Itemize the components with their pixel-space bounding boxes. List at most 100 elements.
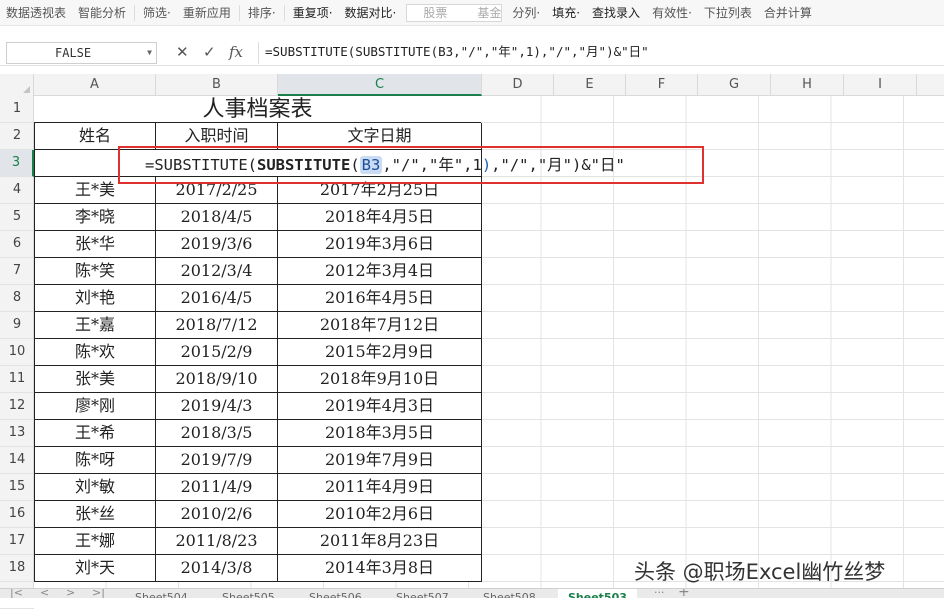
first-sheet-icon[interactable]: |< — [10, 589, 23, 598]
row-header[interactable]: 2 — [0, 123, 34, 150]
lookup-entry-button[interactable]: 查找录入 — [586, 4, 646, 21]
record-text-date[interactable]: 2012年3月4日 — [278, 258, 482, 285]
record-hire-date[interactable]: 2018/3/5 — [156, 420, 278, 447]
row-header[interactable]: 17 — [0, 528, 34, 555]
record-hire-date[interactable]: 2015/2/9 — [156, 339, 278, 366]
record-text-date[interactable]: 2018年4月5日 — [278, 204, 482, 231]
sheet-tab[interactable]: Sheet507 — [386, 589, 459, 598]
more-sheets-icon[interactable]: ··· — [654, 589, 665, 598]
record-text-date[interactable]: 2016年4月5日 — [278, 285, 482, 312]
row-header[interactable]: 16 — [0, 501, 34, 528]
record-hire-date[interactable]: 2016/4/5 — [156, 285, 278, 312]
validation-button[interactable]: 有效性· — [646, 4, 698, 21]
record-name[interactable]: 刘*敏 — [34, 474, 156, 501]
record-text-date[interactable]: 2011年8月23日 — [278, 528, 482, 555]
record-hire-date[interactable]: 2018/4/5 — [156, 204, 278, 231]
row-header[interactable]: 11 — [0, 366, 34, 393]
record-name[interactable]: 刘*艳 — [34, 285, 156, 312]
split-column-button[interactable]: 分列· — [506, 4, 546, 21]
function-icon[interactable]: fx — [229, 43, 243, 61]
record-text-date[interactable]: 2019年7月9日 — [278, 447, 482, 474]
row-header[interactable]: 8 — [0, 285, 34, 312]
cancel-icon[interactable]: ✕ — [176, 43, 189, 61]
next-sheet-icon[interactable]: > — [66, 589, 75, 598]
record-hire-date[interactable]: 2019/4/3 — [156, 393, 278, 420]
record-name[interactable]: 王*娜 — [34, 528, 156, 555]
record-text-date[interactable]: 2018年7月12日 — [278, 312, 482, 339]
column-header-c[interactable]: C — [278, 74, 482, 96]
sort-button[interactable]: 排序· — [242, 4, 282, 21]
column-header-b[interactable]: B — [156, 74, 278, 96]
record-name[interactable]: 陈*笑 — [34, 258, 156, 285]
record-text-date[interactable]: 2019年3月6日 — [278, 231, 482, 258]
row-header[interactable]: 4 — [0, 177, 34, 204]
record-hire-date[interactable]: 2010/2/6 — [156, 501, 278, 528]
duplicates-button[interactable]: 重复项· — [287, 4, 339, 21]
cell-grid[interactable]: 人事档案表 姓名 入职时间 文字日期 王*美 2017/2/25 2017年2月25… — [34, 96, 944, 588]
sheet-tab[interactable]: Sheet506 — [299, 589, 372, 598]
record-text-date[interactable]: 2018年9月10日 — [278, 366, 482, 393]
fill-button[interactable]: 填充· — [546, 4, 586, 21]
add-sheet-icon[interactable]: + — [678, 589, 690, 598]
record-hire-date[interactable]: 2011/8/23 — [156, 528, 278, 555]
record-name[interactable]: 陈*呀 — [34, 447, 156, 474]
name-box[interactable]: FALSE ▼ — [6, 42, 157, 64]
row-header[interactable]: 10 — [0, 339, 34, 366]
row-header[interactable]: 3 — [0, 150, 34, 177]
column-header-h[interactable]: H — [771, 74, 844, 96]
row-header[interactable]: 12 — [0, 393, 34, 420]
row-header[interactable]: 6 — [0, 231, 34, 258]
column-header-a[interactable]: A — [34, 74, 156, 96]
pivot-table-button[interactable]: 数据透视表 — [0, 4, 72, 21]
data-compare-button[interactable]: 数据对比· — [339, 4, 403, 21]
record-name[interactable]: 王*希 — [34, 420, 156, 447]
sheet-tab[interactable]: Sheet505 — [212, 589, 285, 598]
row-header[interactable]: 7 — [0, 258, 34, 285]
stock-fund-selector[interactable]: 股票 基金 — [406, 3, 503, 22]
record-hire-date[interactable]: 2011/4/9 — [156, 474, 278, 501]
row-header[interactable]: 9 — [0, 312, 34, 339]
record-hire-date[interactable]: 2019/7/9 — [156, 447, 278, 474]
select-all-corner[interactable] — [0, 74, 34, 96]
record-name[interactable]: 李*晓 — [34, 204, 156, 231]
sheet-tab[interactable]: Sheet504 — [125, 589, 198, 598]
fund-option[interactable]: 基金 — [477, 4, 501, 21]
record-text-date[interactable]: 2015年2月9日 — [278, 339, 482, 366]
stock-option[interactable]: 股票 — [423, 4, 447, 21]
smart-analysis-button[interactable]: 智能分析 — [72, 4, 132, 21]
row-header[interactable]: 5 — [0, 204, 34, 231]
row-header[interactable]: 1 — [0, 96, 34, 123]
reapply-button[interactable]: 重新应用 — [177, 4, 237, 21]
record-name[interactable]: 王*嘉 — [34, 312, 156, 339]
prev-sheet-icon[interactable]: < — [40, 589, 49, 598]
column-header-g[interactable]: G — [698, 74, 771, 96]
last-sheet-icon[interactable]: >| — [92, 589, 105, 598]
record-text-date[interactable]: 2018年3月5日 — [278, 420, 482, 447]
row-header[interactable]: 15 — [0, 474, 34, 501]
record-text-date[interactable]: 2010年2月6日 — [278, 501, 482, 528]
column-header-f[interactable]: F — [626, 74, 698, 96]
record-name[interactable]: 陈*欢 — [34, 339, 156, 366]
filter-button[interactable]: 筛选· — [137, 4, 177, 21]
formula-input[interactable]: =SUBSTITUTE(SUBSTITUTE(B3,"/","年",1),"/"… — [258, 42, 944, 64]
column-header-d[interactable]: D — [482, 74, 554, 96]
record-name[interactable]: 张*华 — [34, 231, 156, 258]
sheet-tab-active[interactable]: Sheet503 — [558, 589, 637, 598]
sheet-tab[interactable]: Sheet508 — [473, 589, 546, 598]
chevron-down-icon[interactable]: ▼ — [147, 43, 152, 63]
column-header-e[interactable]: E — [554, 74, 626, 96]
record-hire-date[interactable]: 2012/3/4 — [156, 258, 278, 285]
dropdown-list-button[interactable]: 下拉列表 — [698, 4, 758, 21]
record-name[interactable]: 廖*刚 — [34, 393, 156, 420]
record-text-date[interactable]: 2014年3月8日 — [278, 555, 482, 582]
record-hire-date[interactable]: 2014/3/8 — [156, 555, 278, 582]
record-hire-date[interactable]: 2019/3/6 — [156, 231, 278, 258]
row-header[interactable]: 14 — [0, 447, 34, 474]
consolidate-button[interactable]: 合并计算 — [758, 4, 818, 21]
record-hire-date[interactable]: 2018/7/12 — [156, 312, 278, 339]
record-name[interactable]: 张*美 — [34, 366, 156, 393]
row-header[interactable]: 18 — [0, 555, 34, 582]
record-name[interactable]: 张*丝 — [34, 501, 156, 528]
record-hire-date[interactable]: 2018/9/10 — [156, 366, 278, 393]
column-header-i[interactable]: I — [844, 74, 917, 96]
